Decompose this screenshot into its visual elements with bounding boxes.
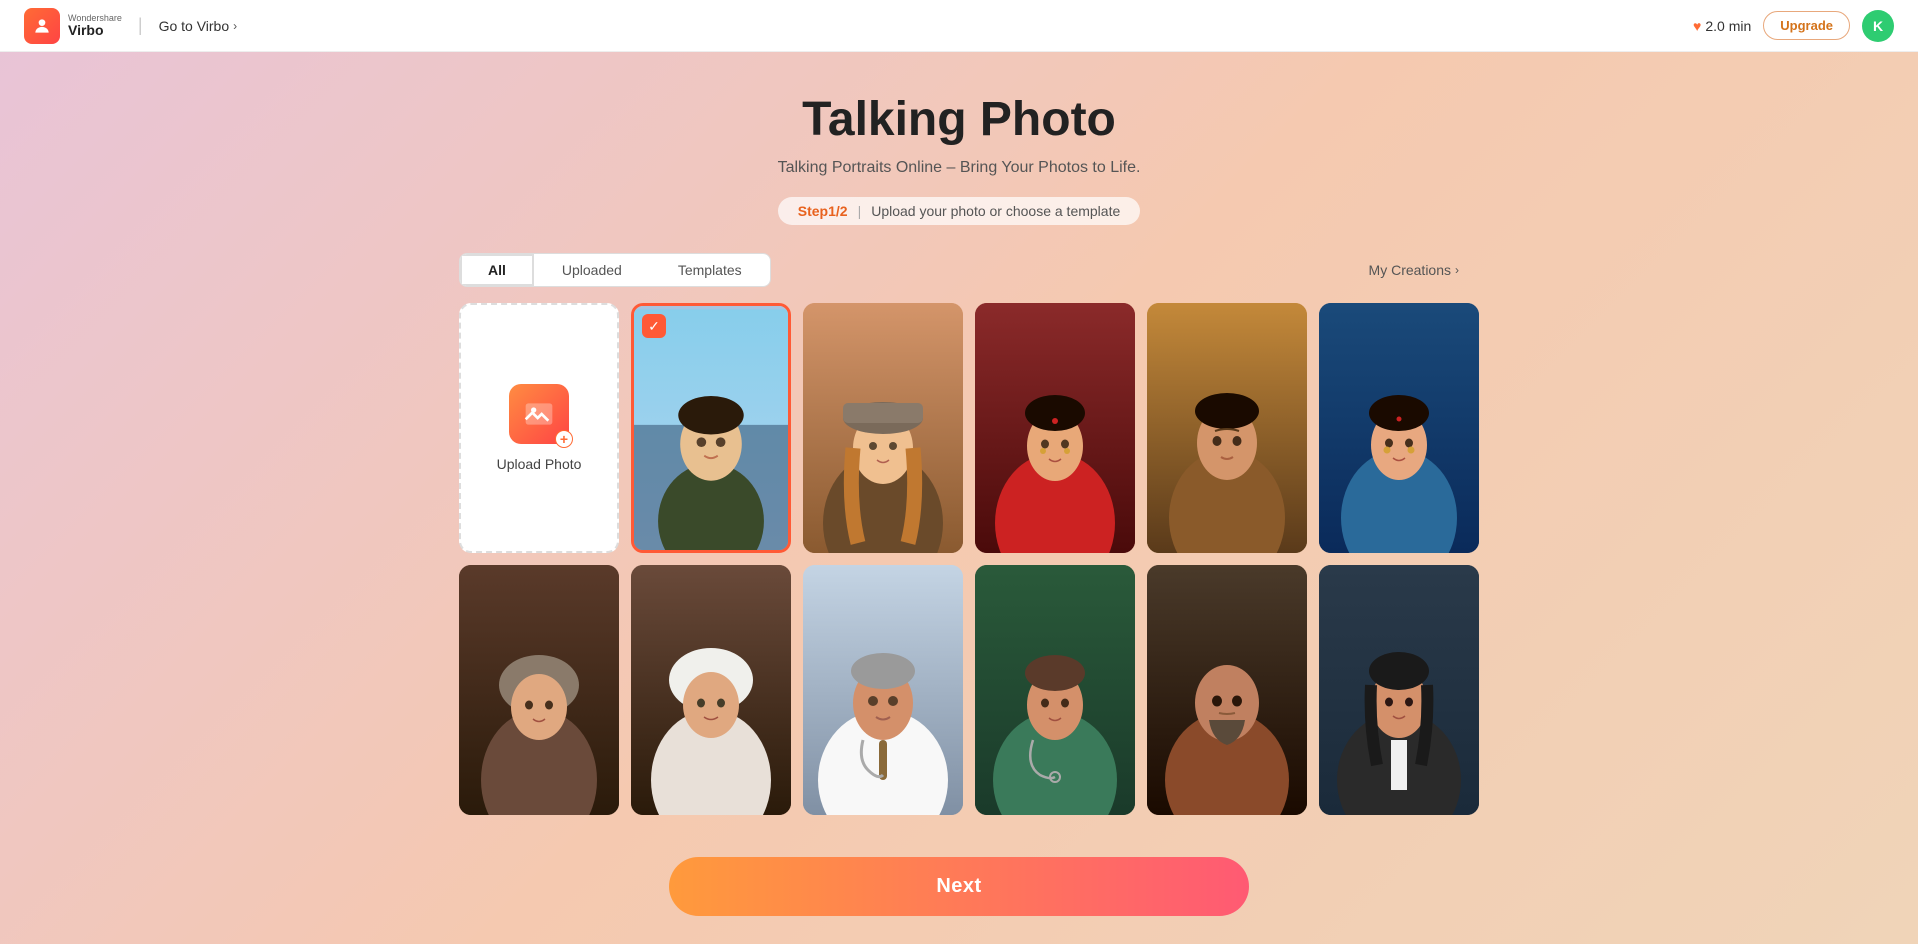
avatar: K [1862,10,1894,42]
header-left: Wondershare Virbo | Go to Virbo › [24,8,237,44]
tab-templates[interactable]: Templates [650,254,770,286]
photo-card-11[interactable] [1319,565,1479,815]
step-indicator: Step1/2 | Upload your photo or choose a … [778,197,1141,225]
photo-card-10[interactable] [1147,565,1307,815]
selected-check-icon: ✓ [642,314,666,338]
plus-badge-icon: + [555,430,573,448]
tabs-group: All Uploaded Templates [459,253,771,287]
minutes-value: 2.0 min [1705,18,1751,34]
step-description: Upload your photo or choose a template [871,203,1120,219]
upload-label: Upload Photo [497,456,582,472]
upload-icon: + [509,384,569,444]
goto-virbo-arrow-icon: › [233,19,237,33]
photo-grid: + Upload Photo [459,303,1459,815]
header-right: ♥ 2.0 min Upgrade K [1693,10,1894,42]
tabs-row: All Uploaded Templates My Creations › [459,253,1459,287]
tab-uploaded[interactable]: Uploaded [534,254,650,286]
my-creations-link[interactable]: My Creations › [1369,262,1459,278]
logo-icon [24,8,60,44]
my-creations-chevron-icon: › [1455,263,1459,277]
upload-card[interactable]: + Upload Photo [459,303,619,553]
next-button-container: Next [669,857,1249,916]
photo-card-4[interactable] [1147,303,1307,553]
minutes-badge: ♥ 2.0 min [1693,18,1751,34]
photo-card-3[interactable] [975,303,1135,553]
step-label: Step1/2 [798,203,848,219]
photo-card-6[interactable] [459,565,619,815]
logo: Wondershare Virbo [24,8,122,44]
page-title: Talking Photo [802,92,1116,147]
photo-card-9[interactable] [975,565,1135,815]
page-subtitle: Talking Portraits Online – Bring Your Ph… [778,159,1141,177]
photo-card-2[interactable] [803,303,963,553]
tab-all[interactable]: All [460,254,534,286]
main-content: Talking Photo Talking Portraits Online –… [0,52,1918,915]
logo-text: Wondershare Virbo [68,14,122,37]
heart-icon: ♥ [1693,18,1701,34]
next-button[interactable]: Next [669,857,1249,916]
step-divider-bar: | [858,203,862,219]
upgrade-button[interactable]: Upgrade [1763,11,1850,40]
header-divider: | [138,15,143,36]
photo-card-1[interactable]: ✓ [631,303,791,553]
photo-card-7[interactable] [631,565,791,815]
header: Wondershare Virbo | Go to Virbo › ♥ 2.0 … [0,0,1918,52]
goto-virbo-link[interactable]: Go to Virbo › [159,18,238,34]
logo-virbo-text: Virbo [68,23,122,37]
photo-card-8[interactable] [803,565,963,815]
photo-card-5[interactable] [1319,303,1479,553]
